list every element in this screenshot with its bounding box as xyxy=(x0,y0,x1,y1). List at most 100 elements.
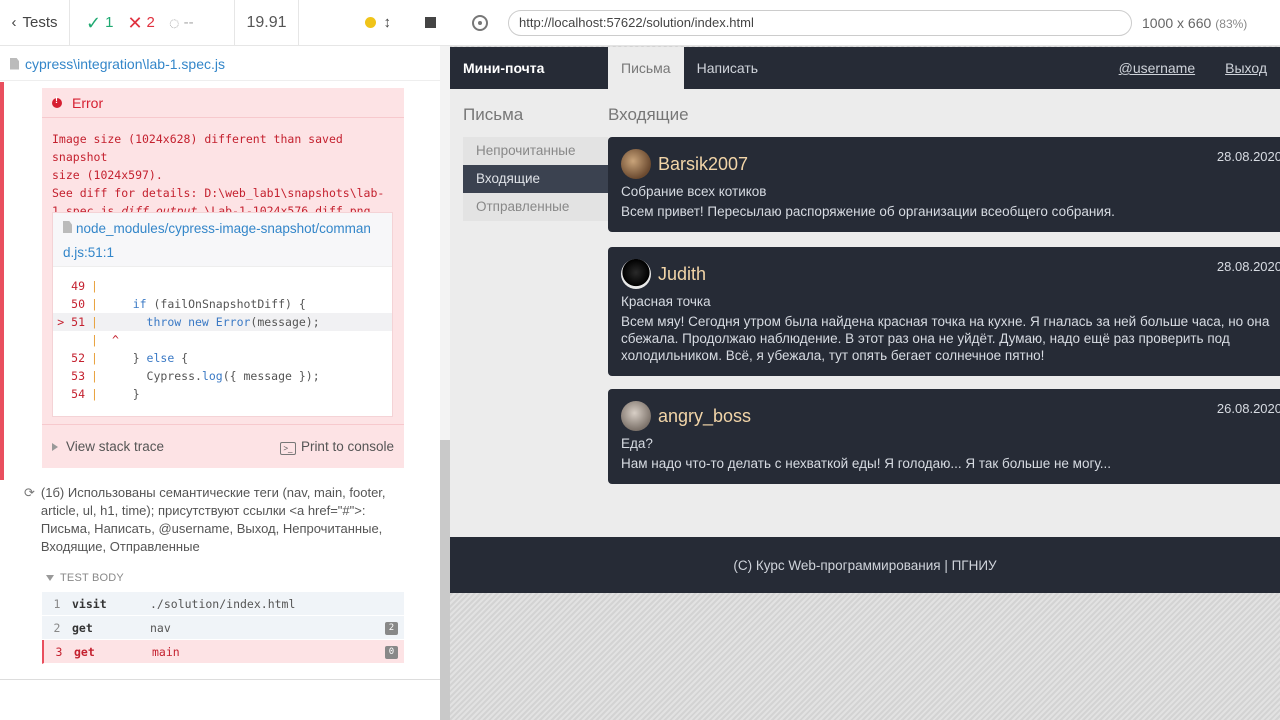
line-number: 52 xyxy=(71,351,85,365)
letter-body: Всем мяу! Сегодня утром была найдена кра… xyxy=(621,314,1270,363)
pending-circle-icon: ◌ xyxy=(168,12,180,33)
code-frame-file-link[interactable]: node_modules/cypress-image-snapshot/comm… xyxy=(53,213,392,267)
cross-icon: ✕ xyxy=(127,12,143,33)
letter-card[interactable]: Barsik2007 28.08.2020 Собрание всех коти… xyxy=(608,137,1280,232)
line-text: throw new Error(message); xyxy=(146,315,320,329)
line-text: } else { xyxy=(105,351,189,365)
avatar xyxy=(621,401,651,431)
line-number-value: 51 xyxy=(71,315,85,329)
file-icon xyxy=(10,57,19,70)
pending-stat: ◌ -- xyxy=(169,14,194,32)
code-line: 53 | Cypress.log({ message }); xyxy=(53,367,392,385)
code-line: 49 | xyxy=(53,277,392,295)
file-icon xyxy=(63,221,72,233)
code-file-path: node_modules/cypress-image-snapshot/comm… xyxy=(63,221,371,260)
error-line-2: size (1024x597). xyxy=(52,168,163,182)
stop-icon[interactable] xyxy=(425,17,436,28)
command-log: 1 visit ./solution/index.html 2 get nav … xyxy=(42,592,404,664)
command-name: visit xyxy=(72,596,107,611)
brand: Мини-почта xyxy=(463,60,545,76)
username-link[interactable]: @username xyxy=(1119,60,1195,76)
line-number: 49 xyxy=(71,279,85,293)
viewport-info[interactable]: 1000 x 660 (83%) xyxy=(1142,15,1247,31)
error-header: Error xyxy=(42,88,404,118)
line-number: 54 xyxy=(71,387,85,401)
command-number: 2 xyxy=(53,620,61,635)
element-count-badge: 2 xyxy=(385,622,398,635)
runner-controls: ↕ xyxy=(299,0,450,45)
code-line: 54 | } xyxy=(53,385,392,403)
line-number: 50 xyxy=(71,297,85,311)
runner-topbar: ‹ Tests ✓ 1 ✕ 2 ◌ -- 19.91 ↕ xyxy=(0,0,450,46)
letter-date: 28.08.2020 xyxy=(1216,259,1280,274)
error-footer: View stack trace >_ Print to console xyxy=(42,424,404,468)
command-arg: nav xyxy=(150,620,171,635)
error-line-3: See diff for details: D:\web_lab1\snapsh… xyxy=(52,186,385,200)
error-panel: Error Image size (1024x628) different th… xyxy=(42,88,404,468)
line-text: } xyxy=(105,387,140,401)
viewport-size: 1000 x 660 xyxy=(1142,14,1212,31)
line-number: > 51 xyxy=(53,315,91,329)
running-indicator-icon xyxy=(364,17,376,28)
logout-link[interactable]: Выход xyxy=(1225,60,1267,76)
test-item-running[interactable]: ⟳ (1б) Использованы семантические теги (… xyxy=(24,484,394,556)
view-stack-trace-button[interactable]: View stack trace xyxy=(52,439,164,454)
letter-date: 28.08.2020 xyxy=(1216,149,1280,164)
viewport-scale: (83%) xyxy=(1215,16,1248,31)
command-arg: main xyxy=(152,644,180,659)
error-title: Error xyxy=(72,94,104,111)
passed-count: 1 xyxy=(105,14,114,31)
sidebar-item-sent[interactable]: Отправленные xyxy=(463,193,608,221)
caret-right-icon xyxy=(52,443,58,451)
letter-author: angry_boss xyxy=(658,405,752,426)
runner-bottom-divider xyxy=(0,679,440,720)
command-number: 1 xyxy=(53,596,61,611)
letter-subject: Собрание всех котиков xyxy=(621,184,767,199)
back-label: Tests xyxy=(22,14,58,31)
nav-tab-compose[interactable]: Написать xyxy=(684,47,771,89)
autoscroll-toggle-icon[interactable]: ↕ xyxy=(384,14,392,31)
sidebar-item-inbox[interactable]: Входящие xyxy=(463,165,608,193)
command-row[interactable]: 1 visit ./solution/index.html xyxy=(42,592,404,616)
print-console-label: Print to console xyxy=(300,438,394,454)
view-stack-label: View stack trace xyxy=(66,439,165,454)
sidebar-item-unread[interactable]: Непрочитанные xyxy=(463,137,608,165)
command-row-failed[interactable]: 3 get main 0 xyxy=(42,640,404,664)
sidebar-title: Письма xyxy=(463,105,524,124)
letter-subject: Красная точка xyxy=(621,294,711,309)
chevron-left-icon: ‹ xyxy=(11,14,17,31)
spinner-icon: ⟳ xyxy=(24,485,35,500)
failed-stat: ✕ 2 xyxy=(127,14,154,32)
nav-tab-letters[interactable]: Письма xyxy=(608,47,684,89)
test-title: (1б) Использованы семантические теги (na… xyxy=(40,485,386,554)
code-line: 52 | } else { xyxy=(53,349,392,367)
command-name: get xyxy=(74,644,95,659)
error-line-1: Image size (1024x628) different than sav… xyxy=(52,132,343,164)
spec-file-link[interactable]: cypress\integration\lab-1.spec.js xyxy=(0,47,440,81)
letter-author: Judith xyxy=(658,263,707,284)
main-title: Входящие xyxy=(608,105,689,124)
command-row[interactable]: 2 get nav 2 xyxy=(42,616,404,640)
failed-test-bar xyxy=(0,82,4,480)
caret-down-icon xyxy=(46,575,54,581)
element-count-badge: 0 xyxy=(385,646,398,659)
selector-playground-icon[interactable] xyxy=(472,14,488,31)
letter-body: Нам надо что-то делать с нехваткой еды! … xyxy=(621,456,1112,471)
print-to-console-button[interactable]: >_ Print to console xyxy=(279,438,394,455)
test-body-toggle[interactable]: TEST BODY xyxy=(46,572,124,584)
letter-card[interactable]: Judith 28.08.2020 Красная точка Всем мяу… xyxy=(608,247,1280,376)
current-line-marker: > xyxy=(57,315,65,329)
sidebar-list: Непрочитанные Входящие Отправленные xyxy=(463,137,608,221)
app-nav: Мини-почта Письма Написать @username Вых… xyxy=(450,47,1280,89)
pending-count: -- xyxy=(183,14,194,31)
scrollbar-thumb[interactable] xyxy=(440,440,450,720)
line-text: ^ xyxy=(105,333,119,347)
line-text: if (failOnSnapshotDiff) { xyxy=(132,297,306,311)
url-field[interactable]: http://localhost:57622/solution/index.ht… xyxy=(508,9,1132,36)
command-name: get xyxy=(72,620,93,635)
test-stats: ✓ 1 ✕ 2 ◌ -- xyxy=(70,0,235,45)
letter-card[interactable]: angry_boss 26.08.2020 Еда? Нам надо что-… xyxy=(608,389,1280,484)
back-to-tests-button[interactable]: ‹ Tests xyxy=(0,0,70,45)
reporter-scrollbar[interactable] xyxy=(440,46,450,720)
app-frame: Мини-почта Письма Написать @username Вых… xyxy=(450,47,1280,593)
